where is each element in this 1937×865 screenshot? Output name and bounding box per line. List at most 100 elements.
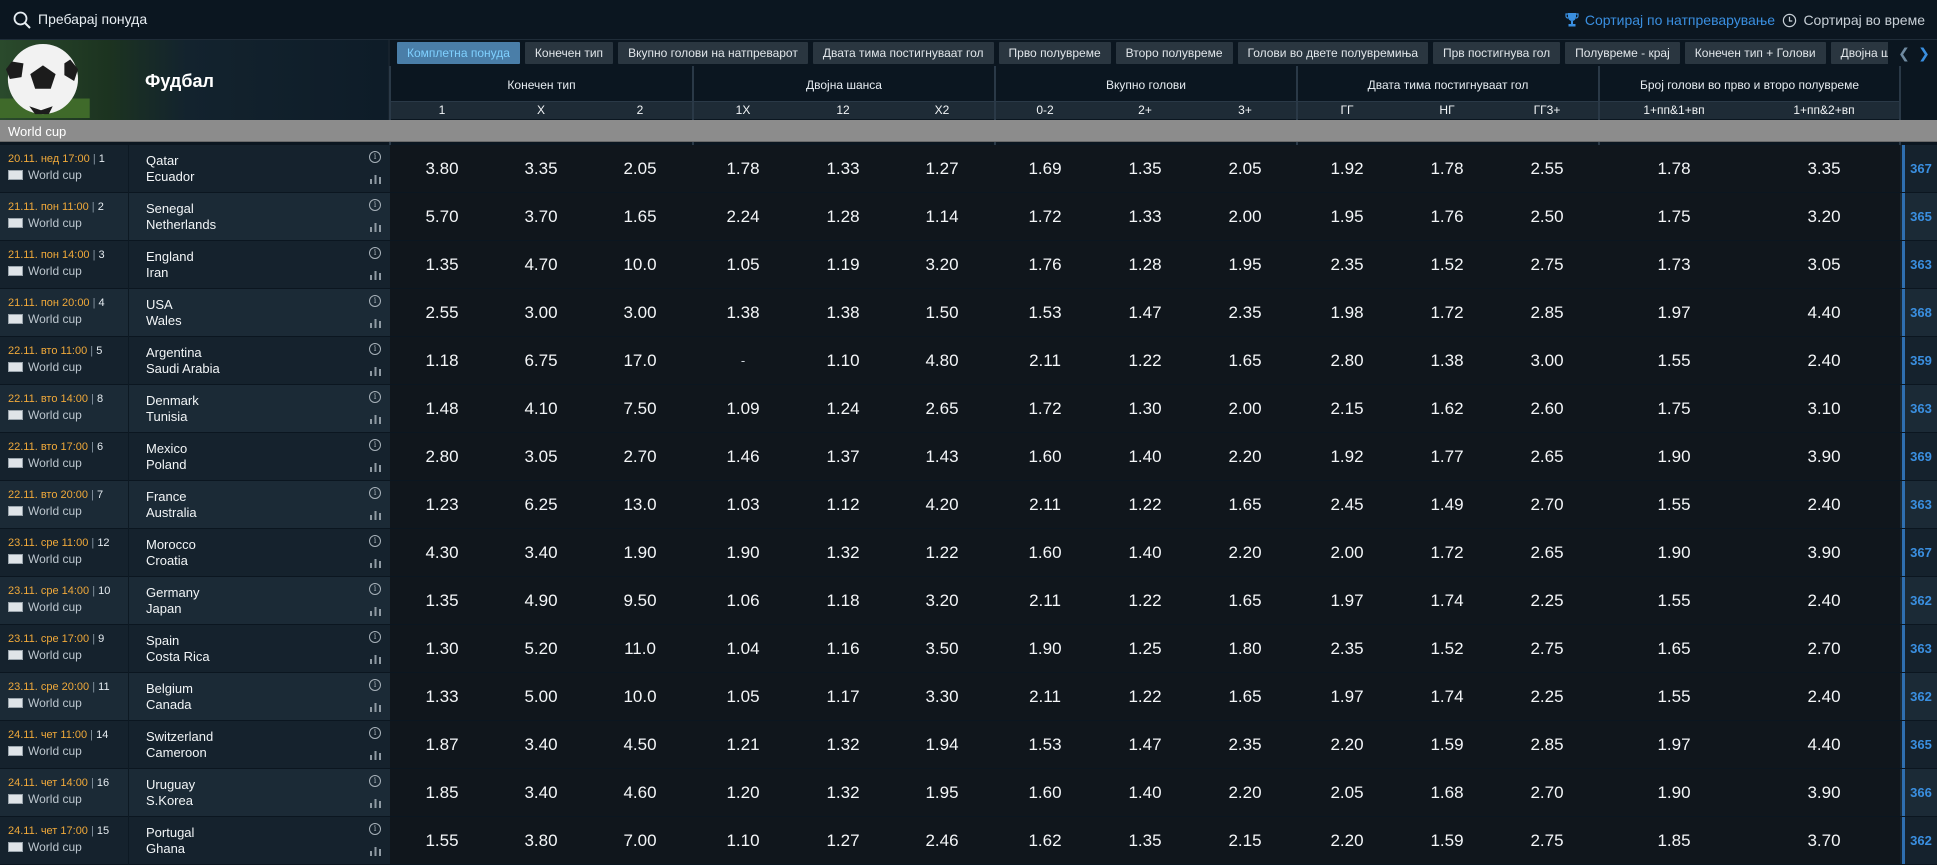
odds-cell[interactable]: 1.35 (1097, 145, 1193, 192)
home-team[interactable]: France (146, 489, 186, 504)
away-team[interactable]: Canada (146, 697, 192, 712)
more-markets-button[interactable]: 365 (1902, 721, 1937, 768)
odds-cell[interactable]: 1.72 (997, 193, 1093, 240)
odds-cell[interactable]: 3.05 (1754, 241, 1894, 288)
odds-cell[interactable]: 1.95 (1197, 241, 1293, 288)
odds-cell[interactable]: 2.70 (592, 433, 688, 480)
odds-cell[interactable]: 2.75 (1499, 817, 1595, 864)
odds-cell[interactable]: 2.25 (1499, 673, 1595, 720)
odds-cell[interactable]: 1.32 (795, 721, 891, 768)
odds-cell[interactable]: 1.30 (1097, 385, 1193, 432)
odds-cell[interactable]: 2.00 (1299, 529, 1395, 576)
search-input[interactable]: Пребарај понуда (38, 11, 147, 27)
odds-cell[interactable]: 2.20 (1299, 721, 1395, 768)
odds-cell[interactable]: 10.0 (592, 673, 688, 720)
away-team[interactable]: Ghana (146, 841, 185, 856)
odds-cell[interactable]: 1.72 (1399, 289, 1495, 336)
more-markets-button[interactable]: 367 (1902, 529, 1937, 576)
home-team[interactable]: Switzerland (146, 729, 213, 744)
away-team[interactable]: Japan (146, 601, 181, 616)
odds-cell[interactable]: 1.53 (997, 289, 1093, 336)
odds-cell[interactable]: 2.05 (1299, 769, 1395, 816)
odds-cell[interactable]: 2.15 (1197, 817, 1293, 864)
odds-cell[interactable]: 1.97 (1604, 289, 1744, 336)
odds-cell[interactable]: 4.20 (894, 481, 990, 528)
away-team[interactable]: Iran (146, 265, 168, 280)
odds-cell[interactable]: 6.25 (493, 481, 589, 528)
odds-cell[interactable]: 1.62 (997, 817, 1093, 864)
odds-cell[interactable]: 2.00 (1197, 385, 1293, 432)
odds-cell[interactable]: 1.17 (795, 673, 891, 720)
odds-cell[interactable]: 1.74 (1399, 577, 1495, 624)
tab-market[interactable]: Полувреме - крај (1565, 42, 1680, 64)
odds-cell[interactable]: 1.38 (795, 289, 891, 336)
odds-cell[interactable]: 2.11 (997, 481, 1093, 528)
odds-cell[interactable]: 1.37 (795, 433, 891, 480)
home-team[interactable]: England (146, 249, 194, 264)
odds-cell[interactable]: 2.20 (1197, 433, 1293, 480)
info-icon[interactable]: i (369, 343, 381, 355)
odds-cell[interactable]: 1.09 (695, 385, 791, 432)
odds-cell[interactable]: 4.70 (493, 241, 589, 288)
stats-icon[interactable] (370, 701, 381, 712)
odds-cell[interactable]: 4.30 (394, 529, 490, 576)
odds-cell[interactable]: 2.35 (1299, 625, 1395, 672)
odds-cell[interactable]: 1.97 (1604, 721, 1744, 768)
odds-cell[interactable]: 1.55 (394, 817, 490, 864)
odds-cell[interactable]: 1.69 (997, 145, 1093, 192)
odds-cell[interactable]: 1.65 (1197, 481, 1293, 528)
home-team[interactable]: Qatar (146, 153, 179, 168)
odds-cell[interactable]: 13.0 (592, 481, 688, 528)
odds-cell[interactable]: 1.90 (1604, 529, 1744, 576)
odds-cell[interactable]: 1.43 (894, 433, 990, 480)
odds-cell[interactable]: 1.40 (1097, 769, 1193, 816)
odds-cell[interactable]: 1.22 (1097, 673, 1193, 720)
odds-cell[interactable]: 4.80 (894, 337, 990, 384)
away-team[interactable]: S.Korea (146, 793, 193, 808)
odds-cell[interactable]: 1.59 (1399, 721, 1495, 768)
odds-cell[interactable]: 1.06 (695, 577, 791, 624)
odds-cell[interactable]: 1.65 (1197, 577, 1293, 624)
odds-cell[interactable]: 1.35 (1097, 817, 1193, 864)
odds-cell[interactable]: 1.92 (1299, 145, 1395, 192)
odds-cell[interactable]: 1.49 (1399, 481, 1495, 528)
odds-cell[interactable]: 1.32 (795, 769, 891, 816)
odds-cell[interactable]: 1.22 (1097, 577, 1193, 624)
odds-cell[interactable]: 2.65 (894, 385, 990, 432)
odds-cell[interactable]: 1.76 (1399, 193, 1495, 240)
away-team[interactable]: Netherlands (146, 217, 216, 232)
odds-cell[interactable]: 1.10 (695, 817, 791, 864)
odds-cell[interactable]: 1.47 (1097, 721, 1193, 768)
odds-cell[interactable]: 2.25 (1499, 577, 1595, 624)
odds-cell[interactable]: 1.60 (997, 769, 1093, 816)
odds-cell[interactable]: 2.35 (1299, 241, 1395, 288)
odds-cell[interactable]: 2.70 (1754, 625, 1894, 672)
odds-cell[interactable]: 1.78 (1604, 145, 1744, 192)
info-icon[interactable]: i (369, 391, 381, 403)
odds-cell[interactable]: 2.20 (1197, 529, 1293, 576)
odds-cell[interactable]: 1.46 (695, 433, 791, 480)
odds-cell[interactable]: 1.77 (1399, 433, 1495, 480)
odds-cell[interactable]: 1.65 (1197, 673, 1293, 720)
odds-cell[interactable]: 3.90 (1754, 769, 1894, 816)
tab-market[interactable]: Прв постигнува гол (1433, 42, 1561, 64)
odds-cell[interactable]: 2.55 (1499, 145, 1595, 192)
odds-cell[interactable]: 1.94 (894, 721, 990, 768)
odds-cell[interactable]: 1.53 (997, 721, 1093, 768)
stats-icon[interactable] (370, 413, 381, 424)
home-team[interactable]: Mexico (146, 441, 187, 456)
odds-cell[interactable]: 1.97 (1299, 673, 1395, 720)
home-team[interactable]: Uruguay (146, 777, 195, 792)
odds-cell[interactable]: 2.65 (1499, 433, 1595, 480)
stats-icon[interactable] (370, 173, 381, 184)
odds-cell[interactable]: 2.11 (997, 673, 1093, 720)
away-team[interactable]: Costa Rica (146, 649, 210, 664)
odds-cell[interactable]: 1.25 (1097, 625, 1193, 672)
odds-cell[interactable]: 1.19 (795, 241, 891, 288)
odds-cell[interactable]: 1.90 (997, 625, 1093, 672)
odds-cell[interactable]: 2.05 (592, 145, 688, 192)
odds-cell[interactable]: 1.90 (592, 529, 688, 576)
stats-icon[interactable] (370, 461, 381, 472)
odds-cell[interactable]: 1.95 (894, 769, 990, 816)
odds-cell[interactable]: 17.0 (592, 337, 688, 384)
